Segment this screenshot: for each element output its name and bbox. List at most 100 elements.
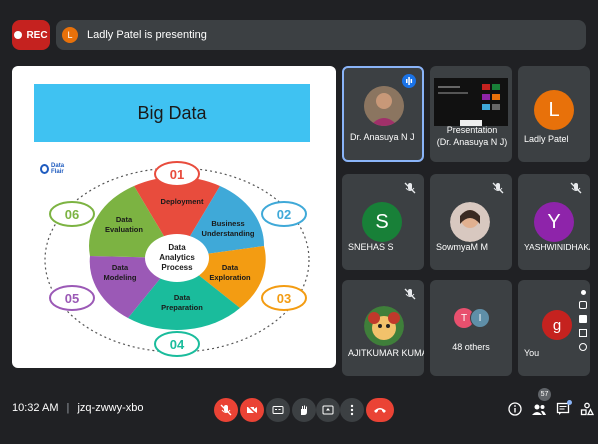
- badge-05-num: 05: [65, 291, 79, 306]
- participant-name: SNEHAS S: [348, 242, 394, 252]
- label-exploration-1: Data: [222, 263, 239, 272]
- center-line-2: Analytics: [159, 253, 195, 262]
- participant-name: Presentation (Dr. Anasuya N J): [436, 125, 508, 147]
- self-view-controls: [578, 290, 588, 351]
- participant-avatar: g: [542, 310, 572, 340]
- leave-call-button[interactable]: [366, 398, 394, 422]
- participant-name: SowmyaM M: [436, 242, 489, 252]
- data-analytics-diagram: 01 02 03 04 05 06 Deployment Business Un…: [44, 161, 310, 357]
- mic-off-icon: [492, 182, 504, 194]
- captions-icon: [272, 406, 284, 414]
- video-icon[interactable]: [579, 315, 587, 323]
- participant-tile-snehas[interactable]: S SNEHAS S: [342, 174, 424, 270]
- current-time: 10:32 AM: [12, 402, 59, 414]
- camera-icon[interactable]: [579, 301, 587, 309]
- participant-photo: [364, 86, 404, 126]
- cartoon-avatar-icon: [364, 306, 404, 346]
- raise-hand-button[interactable]: [292, 398, 316, 422]
- activities-icon: [580, 402, 594, 416]
- participant-tile-ajitkumar[interactable]: AJITKUMAR KUMAR: [342, 280, 424, 376]
- label-exploration-2: Exploration: [209, 273, 251, 282]
- info-icon: [508, 402, 522, 416]
- slide-logo: Data Flair: [40, 162, 74, 176]
- present-button[interactable]: [316, 398, 340, 422]
- presenting-banner[interactable]: L Ladly Patel is presenting: [56, 20, 586, 50]
- separator: |: [66, 402, 70, 414]
- recording-label: REC: [26, 29, 48, 41]
- present-screen-icon: [322, 405, 334, 415]
- mic-off-icon: [404, 182, 416, 194]
- center-line-1: Data: [168, 243, 186, 252]
- badge-01-num: 01: [170, 167, 184, 182]
- participant-name: Ladly Patel: [524, 134, 569, 144]
- label-preparation-2: Preparation: [161, 303, 203, 312]
- label-modeling-2: Modeling: [104, 273, 137, 282]
- participant-tile-presentation[interactable]: Presentation (Dr. Anasuya N J): [430, 66, 512, 162]
- participant-tile-sowmya[interactable]: SowmyaM M: [430, 174, 512, 270]
- center-line-3: Process: [161, 263, 193, 272]
- hand-icon: [301, 405, 307, 415]
- speaking-indicator-icon: [402, 74, 416, 88]
- participant-tile-ladly[interactable]: L Ladly Patel: [518, 66, 590, 162]
- bottom-bar: 10:32 AM | jzq-zwwy-xbo 57: [0, 380, 598, 444]
- minimize-icon[interactable]: [579, 329, 587, 337]
- presenting-text: Ladly Patel is presenting: [87, 29, 207, 41]
- chat-button[interactable]: [554, 400, 572, 418]
- mic-off-icon: [404, 288, 416, 300]
- presenter-avatar: L: [62, 27, 78, 43]
- others-avatar: I: [470, 308, 490, 328]
- participant-tile-others[interactable]: T I 48 others: [430, 280, 512, 376]
- others-count: 48 others: [452, 342, 490, 352]
- participant-tile-you[interactable]: g You: [518, 280, 590, 376]
- people-icon: [532, 404, 546, 415]
- meeting-details-button[interactable]: [506, 400, 524, 418]
- label-evaluation-1: Data: [116, 215, 133, 224]
- person-photo-icon: [450, 202, 490, 242]
- participant-avatar: L: [534, 90, 574, 130]
- badge-02-num: 02: [277, 207, 291, 222]
- participant-avatar: S: [362, 202, 402, 242]
- participant-avatar: Y: [534, 202, 574, 242]
- top-bar: REC L Ladly Patel is presenting: [0, 0, 598, 62]
- participant-name: Dr. Anasuya N J: [350, 132, 415, 142]
- mic-off-icon: [220, 404, 232, 416]
- participant-name: AJITKUMAR KUMAR: [348, 348, 424, 358]
- label-deployment: Deployment: [161, 197, 204, 206]
- more-options-button[interactable]: [340, 398, 364, 422]
- participant-photo: [450, 202, 490, 242]
- meeting-code: jzq-zwwy-xbo: [77, 402, 144, 414]
- label-evaluation-2: Evaluation: [105, 225, 143, 234]
- settings-icon[interactable]: [579, 343, 587, 351]
- label-preparation-1: Data: [174, 293, 191, 302]
- end-call-icon: [374, 408, 386, 413]
- activities-button[interactable]: [578, 400, 596, 418]
- logo-swirl-icon: [40, 164, 50, 174]
- mic-off-icon: [570, 182, 582, 194]
- participant-name: YASHWINIDHAKAL ...: [524, 242, 590, 252]
- label-business-1: Business: [211, 219, 244, 228]
- badge-03-num: 03: [277, 291, 291, 306]
- participant-tile-anasuya[interactable]: Dr. Anasuya N J: [342, 66, 424, 162]
- captions-button[interactable]: [266, 398, 290, 422]
- meeting-info: 10:32 AM | jzq-zwwy-xbo: [12, 402, 143, 414]
- label-modeling-1: Data: [112, 263, 129, 272]
- badge-04-num: 04: [170, 337, 185, 352]
- camera-off-icon: [246, 404, 258, 416]
- participant-name: You: [524, 348, 540, 358]
- badge-06-num: 06: [65, 207, 79, 222]
- person-photo-icon: [364, 86, 404, 126]
- pin-icon[interactable]: [580, 290, 586, 295]
- participant-tile-yashwini[interactable]: Y YASHWINIDHAKAL ...: [518, 174, 590, 270]
- slide-title: Big Data: [34, 84, 310, 142]
- label-business-2: Understanding: [202, 229, 255, 238]
- recording-dot-icon: [14, 31, 23, 39]
- logo-text: Data Flair: [51, 163, 65, 175]
- chat-unread-dot: [567, 400, 572, 405]
- recording-indicator: REC: [12, 20, 50, 50]
- more-vert-icon: [350, 404, 354, 416]
- camera-toggle-button[interactable]: [240, 398, 264, 422]
- shared-presentation[interactable]: Big Data 01 02 03 04 05 06 Deployment Bu…: [12, 66, 336, 368]
- mic-toggle-button[interactable]: [214, 398, 238, 422]
- people-button[interactable]: [530, 400, 548, 418]
- participant-photo: [364, 306, 404, 346]
